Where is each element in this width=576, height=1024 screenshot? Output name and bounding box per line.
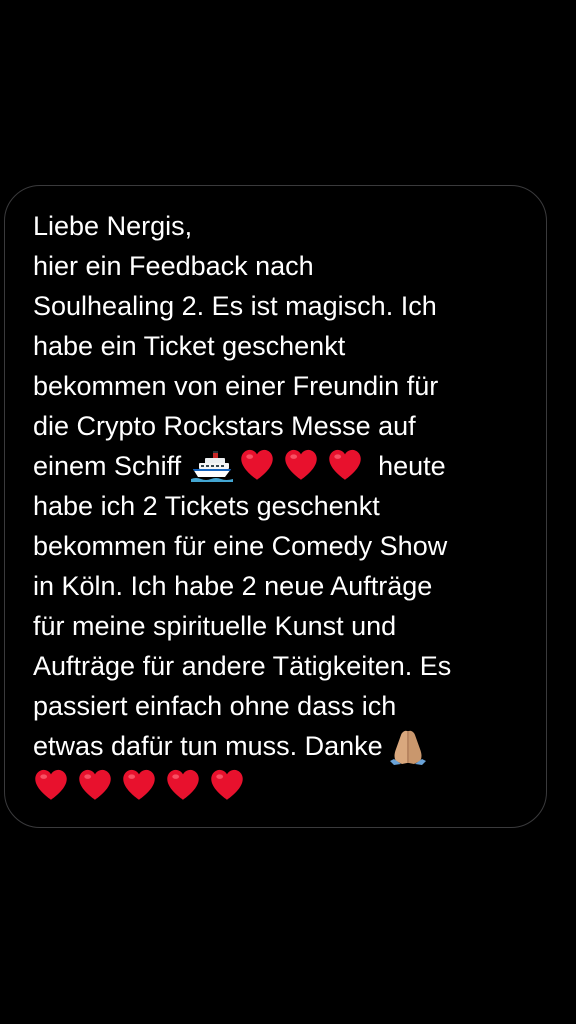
- message-line: habe ein Ticket geschenkt: [33, 331, 346, 361]
- emoji-line: [33, 766, 538, 806]
- message-line: für meine spirituelle Kunst und: [33, 611, 397, 641]
- message-line: habe ich 2 Tickets geschenkt: [33, 491, 380, 521]
- message-text: Liebe Nergis, hier ein Feedback nach Sou…: [33, 206, 538, 806]
- red-heart-icon: [33, 768, 69, 801]
- red-heart-icon: [121, 768, 157, 801]
- ship-emoji-icon: [191, 448, 233, 482]
- message-line-segment: etwas dafür tun muss. Danke: [33, 731, 383, 761]
- message-line: Soulhealing 2. Es ist magisch. Ich: [33, 291, 437, 321]
- message-line-segment: einem Schiff: [33, 451, 182, 481]
- red-heart-icon: [77, 768, 113, 801]
- message-line: hier ein Feedback nach: [33, 251, 314, 281]
- red-heart-icon: [283, 448, 319, 481]
- message-line: Liebe Nergis,: [33, 211, 193, 241]
- message-line: Aufträge für andere Tätigkeiten. Es: [33, 651, 452, 681]
- message-line: bekommen für eine Comedy Show: [33, 531, 448, 561]
- red-heart-icon: [165, 768, 201, 801]
- message-line: passiert einfach ohne dass ich: [33, 691, 397, 721]
- message-line-with-emoji: etwas dafür tun muss. Danke: [33, 726, 538, 766]
- folded-hands-icon: [387, 725, 429, 765]
- message-line: in Köln. Ich habe 2 neue Aufträge: [33, 571, 433, 601]
- red-heart-icon: [239, 448, 275, 481]
- screen: Liebe Nergis, hier ein Feedback nach Sou…: [0, 0, 576, 1024]
- message-line: die Crypto Rockstars Messe auf: [33, 411, 416, 441]
- red-heart-icon: [209, 768, 245, 801]
- message-line: bekommen von einer Freundin für: [33, 371, 439, 401]
- message-line-segment: heute: [378, 451, 446, 481]
- message-line-with-emoji: einem Schiff heute: [33, 446, 538, 486]
- red-heart-icon: [327, 448, 363, 481]
